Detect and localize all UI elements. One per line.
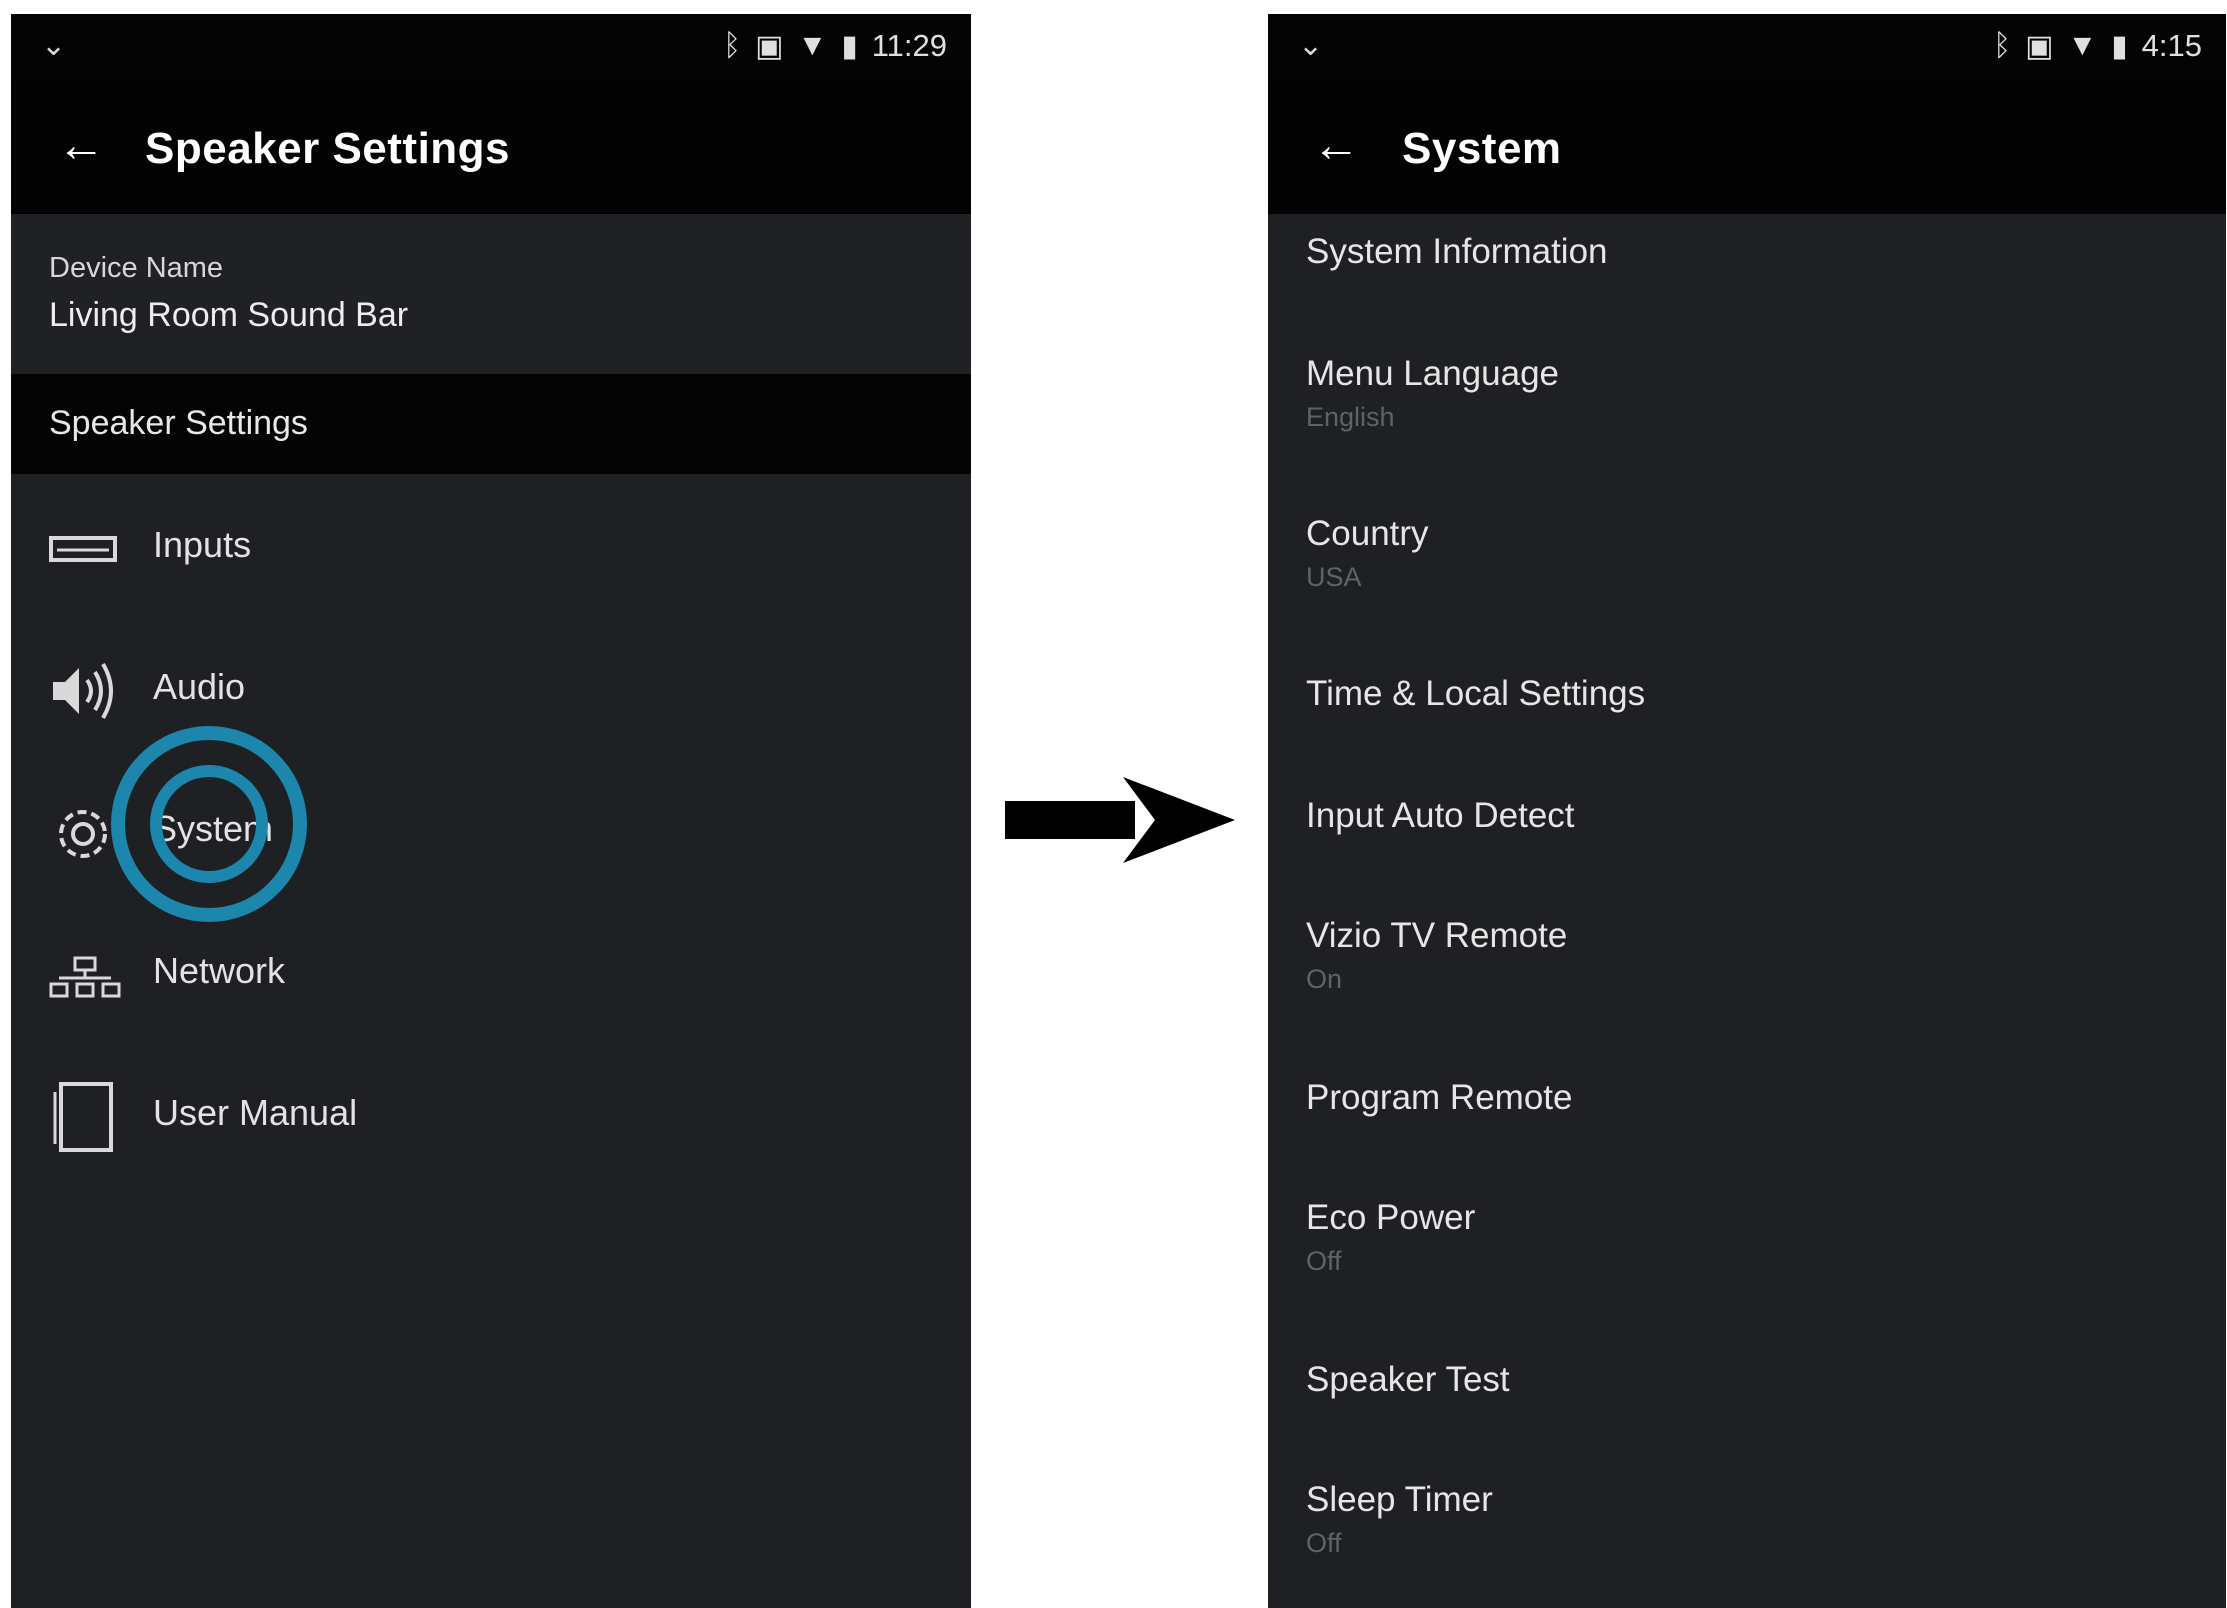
page-title: Speaker Settings <box>145 124 511 173</box>
speaker-icon <box>53 662 113 720</box>
menu-item-label: Speaker Test <box>1306 1360 1510 1399</box>
vibrate-icon: ▣ <box>755 29 784 63</box>
battery-icon: ▮ <box>2111 29 2128 63</box>
tap-indicator-inner-ring <box>150 765 268 883</box>
status-time: 4:15 <box>2141 28 2202 63</box>
status-bar: ⌄ ᛒ ▣ ▼ ▮ 4:15 <box>1268 14 2226 82</box>
menu-item-label: Sleep Timer <box>1306 1480 1493 1519</box>
menu-item-audio[interactable]: Audio <box>11 616 971 758</box>
menu-item-menu-language[interactable]: Menu Language English <box>1268 354 2226 494</box>
menu-item-speaker-test[interactable]: Speaker Test <box>1268 1360 2226 1500</box>
menu-item-time-local-settings[interactable]: Time & Local Settings <box>1268 674 2226 814</box>
network-icon <box>49 956 121 998</box>
menu-item-label: Input Auto Detect <box>1306 796 1575 835</box>
chevron-down-icon: ⌄ <box>41 29 67 62</box>
bluetooth-icon: ᛒ <box>723 29 742 62</box>
menu-item-label: Inputs <box>153 524 252 565</box>
menu-item-label: Time & Local Settings <box>1306 674 1646 713</box>
menu-item-user-manual[interactable]: User Manual <box>11 1042 971 1184</box>
menu-item-value: On <box>1306 964 1343 994</box>
book-icon <box>53 1082 113 1152</box>
menu-item-vizio-tv-remote[interactable]: Vizio TV Remote On <box>1268 916 2226 1056</box>
device-name-value: Living Room Sound Bar <box>49 296 409 334</box>
arrow-right-icon <box>1005 777 1235 863</box>
menu-item-label: Country <box>1306 514 1429 553</box>
gear-icon <box>59 810 107 858</box>
section-header: Speaker Settings <box>11 374 971 474</box>
status-time: 11:29 <box>871 28 947 63</box>
menu-item-value: English <box>1306 402 1395 432</box>
menu-item-label: Network <box>153 950 286 991</box>
device-name-label: Device Name <box>49 252 224 284</box>
inputs-icon <box>49 536 117 562</box>
menu-item-sleep-timer[interactable]: Sleep Timer Off <box>1268 1480 2226 1608</box>
status-bar: ⌄ ᛒ ▣ ▼ ▮ 11:29 <box>11 14 971 82</box>
app-bar: ← Speaker Settings <box>11 82 971 214</box>
battery-icon: ▮ <box>841 29 858 63</box>
system-screen: ⌄ ᛒ ▣ ▼ ▮ 4:15 ← System System Informati… <box>1268 14 2226 1608</box>
page-title: System <box>1402 124 1562 173</box>
menu-item-network[interactable]: Network <box>11 900 971 1042</box>
menu-item-program-remote[interactable]: Program Remote <box>1268 1078 2226 1218</box>
section-header-label: Speaker Settings <box>49 404 308 442</box>
menu-item-label: Eco Power <box>1306 1198 1476 1237</box>
menu-item-system-information[interactable]: System Information <box>1268 232 2226 372</box>
back-arrow-icon[interactable]: ← <box>51 116 111 176</box>
device-name-row[interactable]: Device Name Living Room Sound Bar <box>11 214 971 374</box>
menu-item-label: System Information <box>1306 232 1608 271</box>
menu-item-country[interactable]: Country USA <box>1268 514 2226 654</box>
menu-item-eco-power[interactable]: Eco Power Off <box>1268 1198 2226 1338</box>
menu-item-label: User Manual <box>153 1092 358 1133</box>
menu-item-input-auto-detect[interactable]: Input Auto Detect <box>1268 796 2226 936</box>
menu-item-inputs[interactable]: Inputs <box>11 474 971 616</box>
menu-item-value: USA <box>1306 562 1362 592</box>
bluetooth-icon: ᛒ <box>1993 29 2012 62</box>
wifi-icon: ▼ <box>2067 29 2098 62</box>
menu-item-label: Vizio TV Remote <box>1306 916 1568 955</box>
menu-item-label: Program Remote <box>1306 1078 1573 1117</box>
back-arrow-icon[interactable]: ← <box>1306 116 1366 176</box>
wifi-icon: ▼ <box>797 29 828 62</box>
menu-item-label: Audio <box>153 666 246 707</box>
menu-item-label: Menu Language <box>1306 354 1559 393</box>
chevron-down-icon: ⌄ <box>1298 29 1324 62</box>
app-bar: ← System <box>1268 82 2226 214</box>
speaker-settings-screen: ⌄ ᛒ ▣ ▼ ▮ 11:29 ← Speaker Settings Devic… <box>11 14 971 1608</box>
vibrate-icon: ▣ <box>2025 29 2054 63</box>
menu-item-value: Off <box>1306 1528 1342 1558</box>
menu-item-value: Off <box>1306 1246 1342 1276</box>
